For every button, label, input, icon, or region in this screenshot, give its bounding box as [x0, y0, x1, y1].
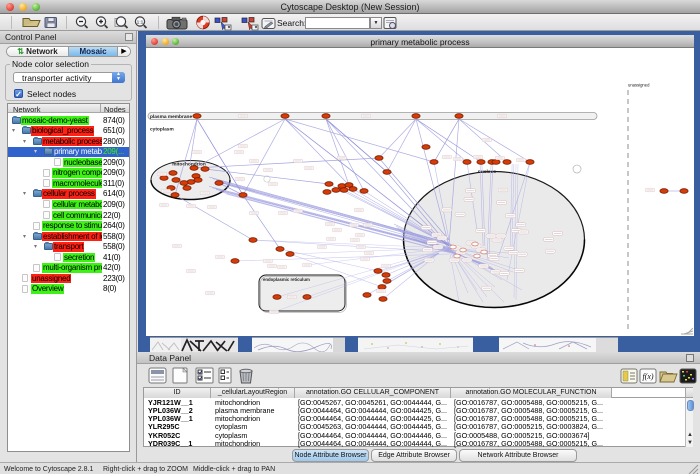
svg-text:plasma membrane: plasma membrane [150, 114, 192, 120]
svg-text:f(x): f(x) [642, 372, 653, 381]
svg-text:unassigned: unassigned [628, 83, 650, 88]
svg-text:cytoplasm: cytoplasm [150, 127, 174, 133]
svg-text:1:1: 1:1 [137, 20, 144, 26]
svg-text:endoplasmic reticulum: endoplasmic reticulum [263, 277, 310, 282]
